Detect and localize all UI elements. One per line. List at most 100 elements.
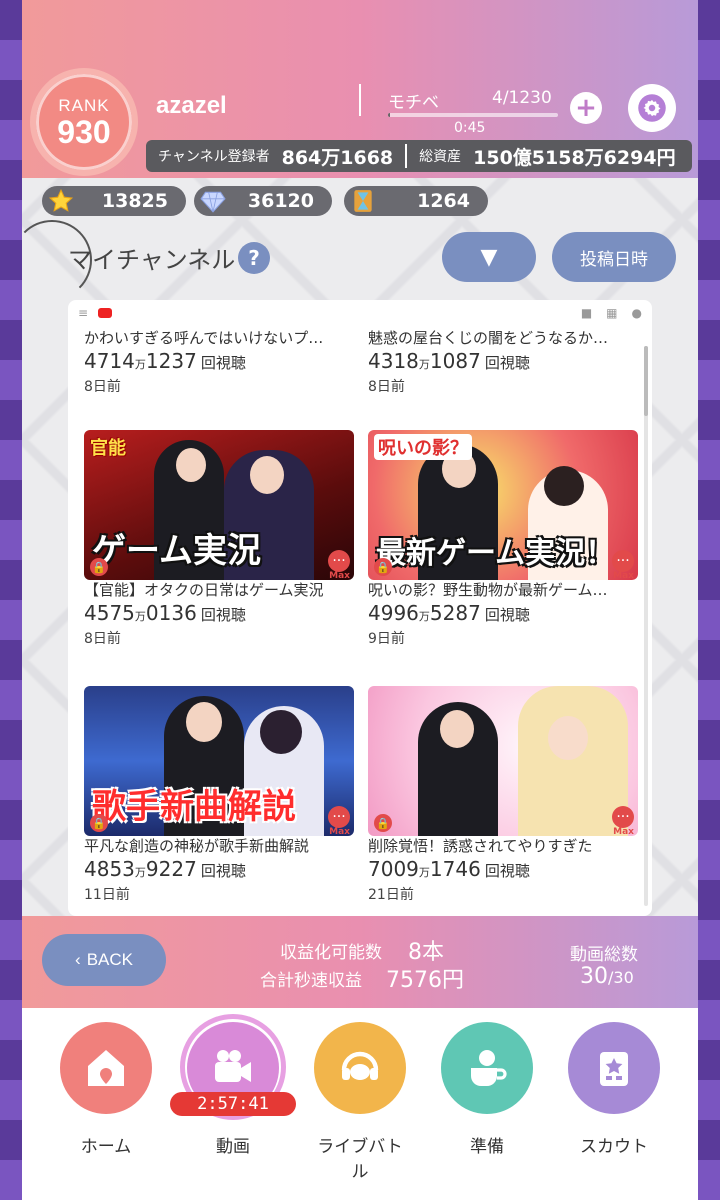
stats-divider [405,144,408,168]
video-thumbnail[interactable]: 歌手新曲解説 🔒 ··· Max [84,686,354,836]
header-divider [359,84,361,116]
video-age: 9日前 [368,631,405,647]
back-button[interactable]: ‹ BACK [42,934,166,986]
scrollbar-thumb[interactable] [644,346,648,416]
filter-dropdown-button[interactable]: ▼ [442,232,536,282]
views-unit: 回視聴 [200,354,246,372]
video-age: 8日前 [84,379,121,395]
video-thumbnail[interactable]: 🔒 ··· Max [368,686,638,836]
character-face [176,448,206,482]
motivation-count: 4/1230 [492,88,552,108]
per-second-income-label: 合計秒速収益 [260,971,362,991]
character-hair [544,466,584,506]
subscribers-value: 864万1668 [281,146,394,169]
add-motivation-button[interactable]: + [570,92,602,124]
video-views: 4714万1237 回視聴 [84,348,354,378]
nav-scout-label: スカウト [580,1137,648,1157]
thumbnail-caption: ゲーム実況 [92,531,261,571]
left-background-decoration [0,0,22,1200]
channel-stats-bar: チャンネル登録者 864万1668 総資産 150億5158万6294円 [146,140,692,172]
panel-toolbar: ≡ ■ ▦ ● [68,300,652,326]
more-options-button[interactable]: ··· [612,806,634,828]
total-videos-label: 動画総数 [570,945,638,965]
views-unit: 回視聴 [484,862,530,880]
nav-home-label: ホーム [80,1137,132,1157]
views-man: 万 [418,866,430,879]
scout-icon [568,1022,660,1114]
help-button[interactable]: ? [238,242,270,274]
assets-label: 総資産 [419,149,462,165]
video-views: 7009万1746 回視聴 [368,856,638,886]
hourglass-currency[interactable]: 1264 [344,186,488,216]
max-label: Max [613,571,634,580]
more-options-button[interactable]: ··· [328,806,350,828]
views-major: 4996 [368,601,419,625]
nav-scout[interactable]: スカウト [564,1022,664,1157]
video-card[interactable]: 魅惑の屋台くじの闇をどうなるか… 4318万1087 回視聴 8日前 [368,328,638,396]
max-label: Max [329,827,350,836]
star-icon [46,186,76,216]
video-views: 4318万1087 回視聴 [368,348,638,378]
nav-prepare[interactable]: 準備 [437,1022,537,1157]
lock-icon: 🔒 [90,814,108,832]
video-card[interactable]: 呪いの影？ 最新ゲーム実況！ 🔒 ··· Max 呪いの影？野生動物が最新ゲーム… [368,430,638,648]
views-major: 4853 [84,857,135,881]
per-second-income-value: 7576円 [386,968,464,993]
video-age: 8日前 [84,631,121,647]
nav-video[interactable]: 動画 [183,1022,283,1157]
star-currency-value: 13825 [101,190,168,212]
video-age: 21日前 [368,887,414,903]
video-card[interactable]: かわいすぎる呼んではいけないプ… 4714万1237 回視聴 8日前 [84,328,354,396]
star-currency[interactable]: 13825 [42,186,186,216]
video-thumbnail[interactable]: 呪いの影？ 最新ゲーム実況！ 🔒 ··· Max [368,430,638,580]
video-views: 4575万0136 回視聴 [84,600,354,630]
video-card[interactable]: 🔒 ··· Max 削除覚悟！誘惑されてやりすぎた 7009万1746 回視聴 2… [368,686,638,904]
max-label: Max [329,571,350,580]
video-timer-badge: 2:57:41 [170,1092,296,1116]
monetizable-label: 収益化可能数 [280,943,382,963]
assets-value: 150億5158万6294円 [473,146,676,169]
video-title: 削除覚悟！誘惑されてやりすぎた [368,837,593,855]
nav-live-battle-label: ライブバトル [317,1137,403,1182]
diamond-currency-value: 36120 [247,190,314,212]
settings-button[interactable] [628,84,676,132]
video-age: 8日前 [368,379,405,395]
video-list-panel[interactable]: ≡ ■ ▦ ● かわいすぎる呼んではいけないプ… 4714万1237 回視聴 8日… [68,300,652,916]
lock-icon: 🔒 [374,558,392,576]
nav-live-battle[interactable]: ライブバトル [310,1022,410,1182]
thumbnail-tag: 呪いの影？ [374,434,472,460]
rank-value: 930 [57,114,111,150]
more-options-button[interactable]: ··· [612,550,634,572]
scrollbar-track[interactable] [644,346,648,906]
views-unit: 回視聴 [484,606,530,624]
views-minor: 1746 [429,857,481,881]
views-major: 4714 [84,349,135,373]
grid-icon: ▦ [606,306,618,320]
views-man: 万 [418,610,430,623]
video-age: 11日前 [84,887,130,903]
views-major: 4575 [84,601,135,625]
video-card[interactable]: 歌手新曲解説 🔒 ··· Max 平凡な創造の神秘が歌手新曲解説 4853万92… [84,686,354,904]
menu-icon: ≡ [78,306,89,320]
video-title: かわいすぎる呼んではいけないプ… [84,329,324,347]
sort-by-date-button[interactable]: 投稿日時 [552,232,676,282]
diamond-currency[interactable]: 36120 [194,186,332,216]
character-face [250,456,284,494]
hourglass-icon [348,186,378,216]
video-title: 呪いの影？野生動物が最新ゲーム… [368,581,608,599]
coffee-icon [441,1022,533,1114]
views-minor: 9227 [145,857,197,881]
motivation-timer: 0:45 [454,120,486,136]
nav-prepare-label: 準備 [470,1137,504,1157]
character-face [186,702,222,742]
video-views: 4853万9227 回視聴 [84,856,354,886]
back-label: BACK [86,950,133,969]
video-card[interactable]: 官能 ゲーム実況 🔒 ··· Max 【官能】オタクの日常はゲーム実況 4575… [84,430,354,648]
diamond-icon [198,186,228,216]
more-options-button[interactable]: ··· [328,550,350,572]
rank-badge: RANK 930 [30,68,138,176]
nav-home[interactable]: ホーム [56,1022,156,1157]
video-thumbnail[interactable]: 官能 ゲーム実況 🔒 ··· Max [84,430,354,580]
bell-icon: ● [631,306,642,320]
back-arrow-icon: ‹ [75,950,81,969]
